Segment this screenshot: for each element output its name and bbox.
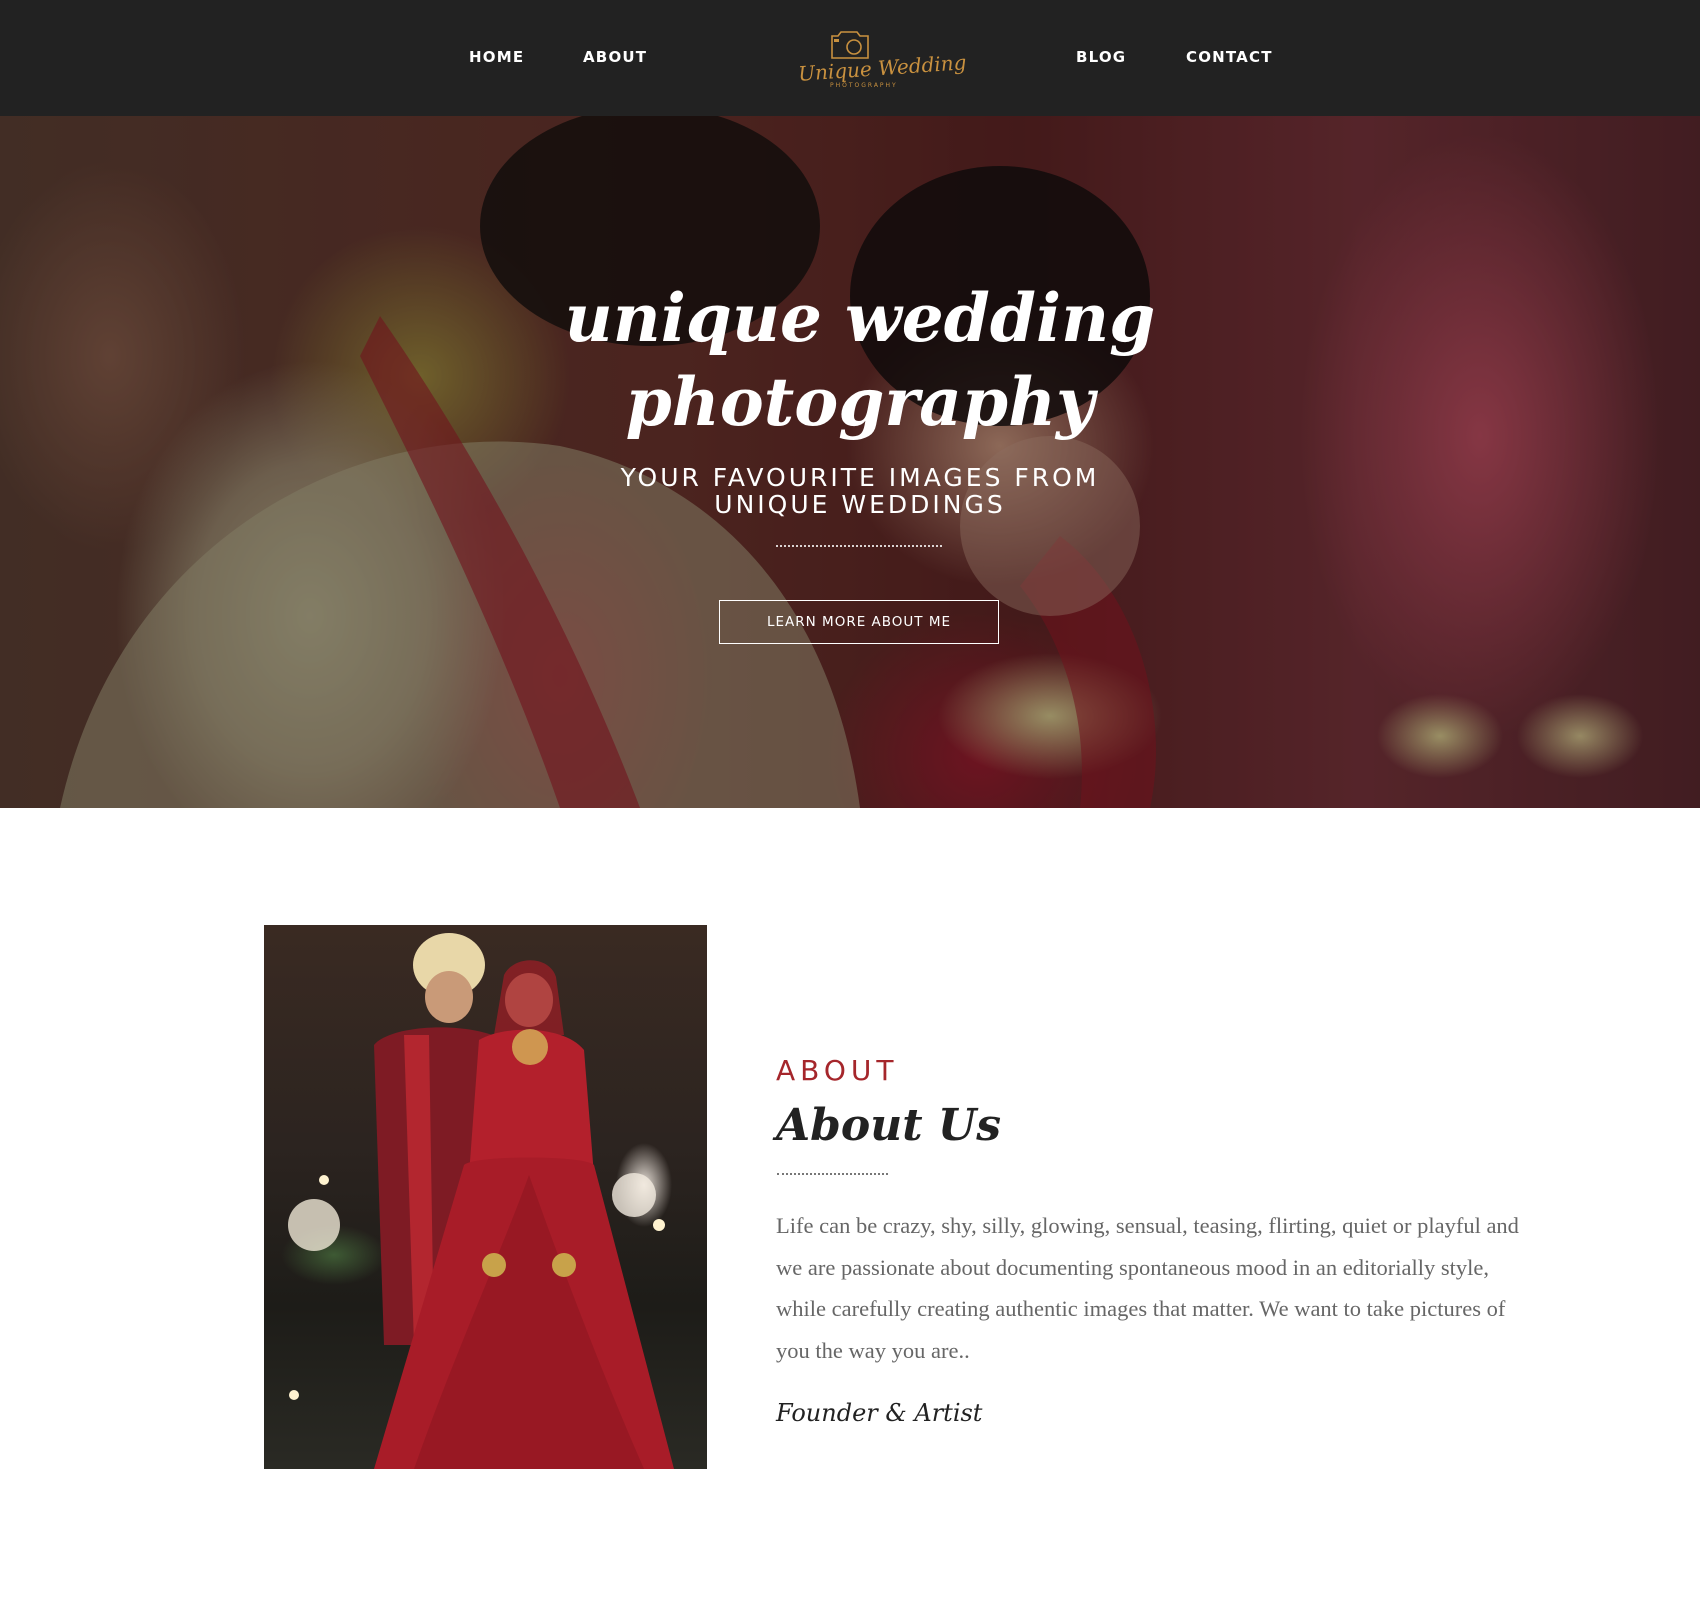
about-title: About Us	[776, 1100, 1002, 1151]
about-eyebrow: ABOUT	[776, 1054, 899, 1087]
about-photo	[264, 925, 707, 1469]
hero-divider	[776, 545, 942, 547]
about-body: Life can be crazy, shy, silly, glowing, …	[776, 1213, 1519, 1363]
about-divider	[777, 1173, 888, 1175]
hero-subtitle: YOUR FAVOURITE IMAGES FROM UNIQUE WEDDIN…	[620, 463, 1100, 519]
site-header: HOME ABOUT Unique Wedding PHOTOGRAPHY BL…	[0, 0, 1700, 116]
logo-subtext: PHOTOGRAPHY	[830, 82, 898, 89]
hero-overlay	[0, 116, 1700, 808]
nav-home[interactable]: HOME	[469, 48, 524, 66]
nav-blog[interactable]: BLOG	[1076, 48, 1126, 66]
learn-more-button[interactable]: LEARN MORE ABOUT ME	[719, 600, 999, 644]
about-signature: Founder & Artist	[776, 1399, 983, 1427]
site-logo[interactable]: Unique Wedding PHOTOGRAPHY	[790, 26, 967, 96]
nav-contact[interactable]: CONTACT	[1186, 48, 1273, 66]
nav-about[interactable]: ABOUT	[583, 48, 647, 66]
hero-title: unique wedding photography	[564, 279, 1156, 441]
hero-section: unique wedding photography YOUR FAVOURIT…	[0, 116, 1700, 808]
